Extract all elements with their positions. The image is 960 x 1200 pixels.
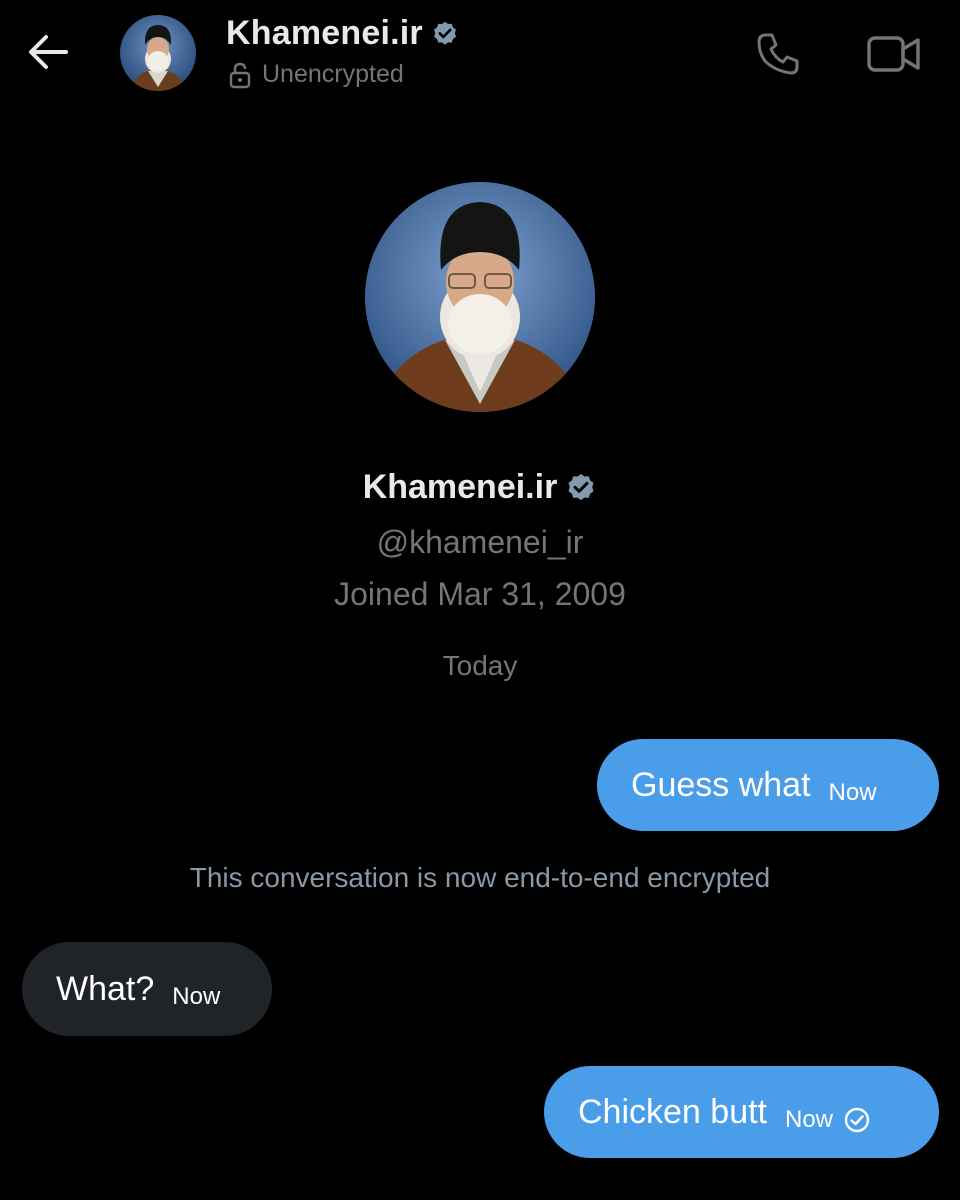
back-button[interactable] — [22, 26, 74, 78]
message-text: What? — [56, 969, 155, 1008]
voice-call-button[interactable] — [752, 28, 804, 80]
verified-badge-icon — [568, 473, 594, 500]
contact-name: Khamenei.ir — [226, 14, 423, 52]
avatar-portrait — [120, 15, 196, 91]
video-camera-icon — [867, 36, 920, 72]
arrow-left-icon — [29, 35, 68, 69]
status-label: Unencrypted — [262, 60, 404, 88]
header-title[interactable]: Khamenei.ir — [226, 14, 459, 53]
profile-name: Khamenei.ir — [362, 468, 558, 506]
profile-avatar[interactable] — [365, 182, 595, 412]
video-call-button[interactable] — [864, 28, 924, 80]
message-bubble-sent[interactable]: Guess what Now — [597, 739, 939, 831]
message-timestamp: Now — [172, 983, 221, 1010]
message-bubble-received[interactable]: What? Now — [22, 942, 272, 1036]
message-timestamp: Now — [828, 779, 877, 806]
message-bubble-sent[interactable]: Chicken butt Now — [544, 1066, 939, 1158]
phone-icon — [757, 33, 799, 75]
profile-handle[interactable]: @khamenei_ir — [0, 524, 960, 561]
message-text: Guess what — [631, 765, 811, 804]
profile-name-row: Khamenei.ir — [0, 468, 960, 507]
verified-badge-icon — [433, 21, 456, 45]
joined-date: Joined Mar 31, 2009 — [334, 576, 626, 612]
read-check-circle-icon — [843, 1106, 871, 1134]
encryption-status: Unencrypted — [228, 60, 404, 89]
unlocked-padlock-icon — [229, 62, 251, 88]
date-divider: Today — [442, 650, 518, 681]
message-timestamp: Now — [785, 1106, 834, 1133]
message-text: Chicken butt — [578, 1092, 767, 1131]
header-avatar[interactable] — [120, 15, 196, 91]
chat-header: Khamenei.ir Unencrypted — [0, 0, 960, 110]
avatar-portrait — [365, 182, 595, 412]
encryption-notice: This conversation is now end-to-end encr… — [189, 862, 771, 893]
